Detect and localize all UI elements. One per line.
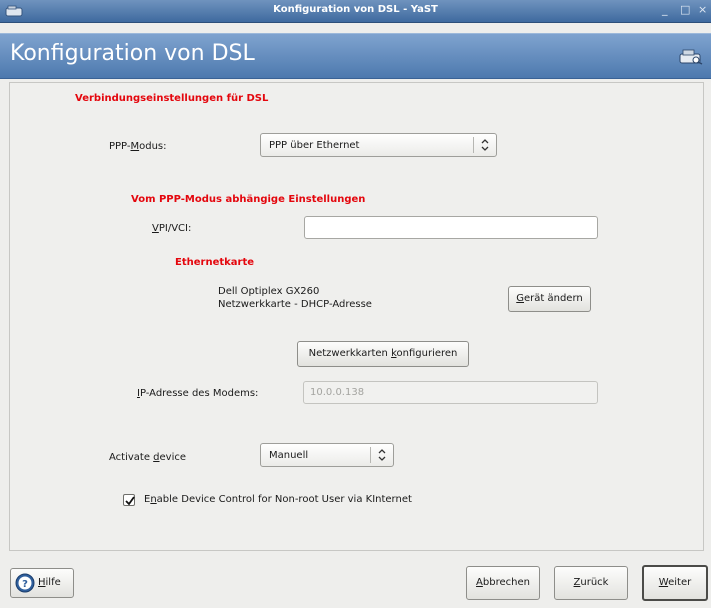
- checkmark-icon: [125, 496, 135, 506]
- activate-device-value: Manuell: [269, 450, 309, 461]
- ppp-mode-select[interactable]: PPP über Ethernet: [260, 133, 497, 157]
- ppp-mode-label: PPP-Modus:: [109, 141, 167, 152]
- help-icon: ?: [15, 573, 35, 593]
- help-button-label: Hilfe: [38, 577, 61, 588]
- section-mode-dependent-heading: Vom PPP-Modus abhängige Einstellungen: [131, 194, 366, 205]
- change-device-button[interactable]: Gerät ändern: [508, 286, 591, 312]
- help-button[interactable]: ? Hilfe: [10, 568, 74, 598]
- modem-ip-label: IP-Adresse des Modems:: [137, 388, 259, 399]
- activate-device-label: Activate device: [109, 452, 187, 463]
- vpi-vci-input[interactable]: [304, 216, 598, 239]
- vpi-vci-label: VPI/VCI:: [152, 223, 192, 234]
- section-ethernet-heading: Ethernetkarte: [175, 257, 255, 268]
- ethernet-card-name: Dell Optiplex GX260: [218, 286, 320, 297]
- nonroot-control-checkbox[interactable]: [123, 494, 135, 506]
- window-title: Konfiguration von DSL - YaST: [273, 4, 438, 15]
- next-button[interactable]: Weiter: [642, 565, 708, 601]
- close-button[interactable]: ×: [698, 3, 707, 16]
- content-panel: Verbindungseinstellungen für DSL PPP-Mod…: [9, 82, 704, 551]
- maximize-button[interactable]: □: [680, 3, 690, 16]
- window-titlebar[interactable]: Konfiguration von DSL - YaST _ □ ×: [0, 0, 711, 23]
- ethernet-card-detail: Netzwerkkarte - DHCP-Adresse: [218, 299, 372, 310]
- ppp-mode-value: PPP über Ethernet: [269, 140, 360, 151]
- updown-chevron-icon: [378, 449, 386, 461]
- configure-network-cards-button[interactable]: Netzwerkkarten konfigurieren: [297, 341, 469, 367]
- minimize-button[interactable]: _: [662, 3, 668, 16]
- section-connection-heading: Verbindungseinstellungen für DSL: [75, 93, 269, 104]
- nonroot-control-label[interactable]: Enable Device Control for Non-root User …: [144, 494, 412, 505]
- cancel-button[interactable]: Abbrechen: [466, 566, 540, 600]
- activate-device-select[interactable]: Manuell: [260, 443, 394, 467]
- dialog-header: Konfiguration von DSL: [0, 33, 711, 79]
- page-title: Konfiguration von DSL: [10, 41, 255, 66]
- network-modem-icon: [679, 49, 703, 65]
- updown-chevron-icon: [481, 139, 489, 151]
- modem-ip-input: 10.0.0.138: [303, 381, 598, 404]
- back-button[interactable]: Zurück: [554, 566, 628, 600]
- svg-text:?: ?: [22, 579, 28, 590]
